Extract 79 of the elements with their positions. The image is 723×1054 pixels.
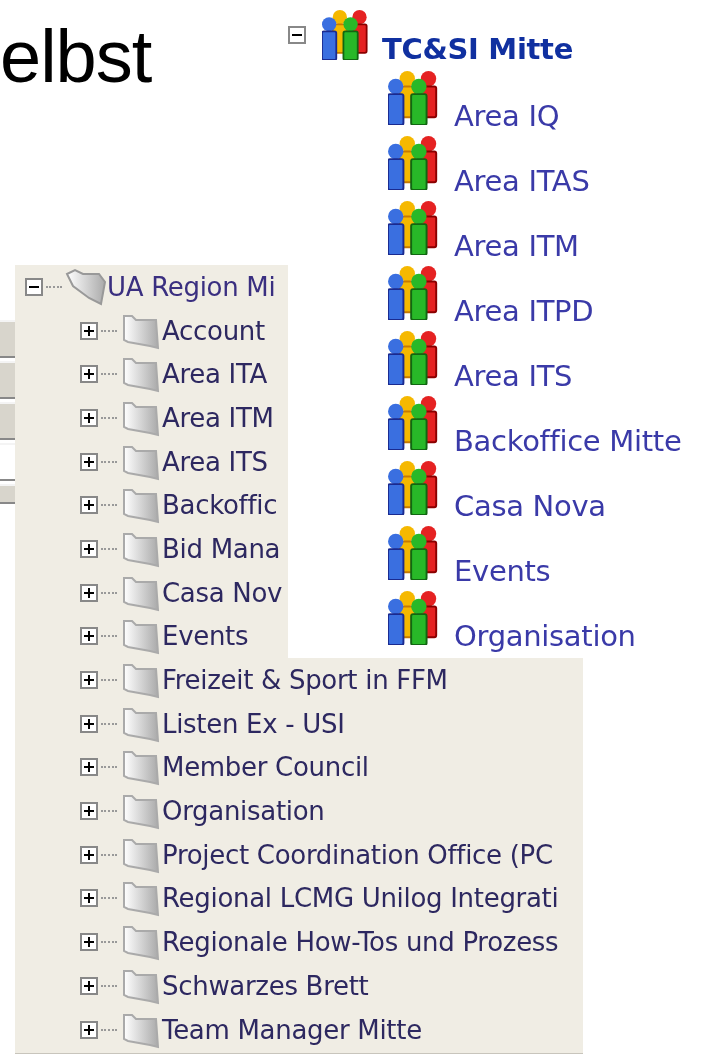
expand-button[interactable] xyxy=(80,408,98,427)
tree-item[interactable]: UA Region Mi xyxy=(107,271,276,302)
plus-icon xyxy=(83,761,95,774)
tree-item[interactable]: Area ITA xyxy=(162,359,267,390)
folder-icon xyxy=(120,748,162,787)
expand-button[interactable] xyxy=(80,758,98,777)
folder-icon xyxy=(65,267,107,306)
plus-icon xyxy=(83,674,95,687)
expand-button[interactable] xyxy=(80,889,98,908)
folder-icon xyxy=(120,486,162,525)
plus-icon xyxy=(83,324,95,337)
folder-icon xyxy=(120,792,162,831)
folder-icon xyxy=(120,661,162,700)
tree-item[interactable]: Account xyxy=(162,315,265,346)
plus-icon xyxy=(83,979,95,992)
expand-button[interactable] xyxy=(80,496,98,515)
heading: elbst xyxy=(0,20,152,94)
tree-item[interactable]: Organisation xyxy=(162,796,325,827)
tree-item[interactable]: Regional LCMG Unilog Integrati xyxy=(162,883,559,914)
tree-item[interactable]: Bid Mana xyxy=(162,533,281,564)
tree-item[interactable]: Backoffice Mitte xyxy=(454,424,682,458)
plus-icon xyxy=(83,892,95,905)
plus-icon xyxy=(83,586,95,599)
expand-button[interactable] xyxy=(80,802,98,821)
folder-icon xyxy=(120,617,162,656)
tree-item[interactable]: Casa Nov xyxy=(162,577,283,608)
tree-item[interactable]: Project Coordination Office (PC xyxy=(162,839,553,870)
tree-item[interactable]: Backoffic xyxy=(162,490,278,521)
tree-item[interactable]: Organisation xyxy=(454,619,636,653)
tree-item[interactable]: Regionale How-Tos und Prozess xyxy=(162,927,559,958)
plus-icon xyxy=(83,368,95,381)
tree-item[interactable]: Area ITPD xyxy=(454,294,594,328)
expand-button[interactable] xyxy=(80,976,98,995)
plus-icon xyxy=(83,542,95,555)
tree-item[interactable]: Area ITM xyxy=(454,229,579,263)
button-edge xyxy=(0,484,15,504)
button-edge xyxy=(0,402,15,440)
expand-button[interactable] xyxy=(80,583,98,602)
expand-button[interactable] xyxy=(80,365,98,384)
tree-item[interactable]: Member Council xyxy=(162,752,369,783)
expand-button[interactable] xyxy=(80,845,98,864)
tree-item[interactable]: Schwarzes Brett xyxy=(162,970,369,1001)
plus-icon xyxy=(83,1023,95,1036)
plus-icon xyxy=(83,455,95,468)
plus-icon xyxy=(83,936,95,949)
expand-button[interactable] xyxy=(80,452,98,471)
tree-item[interactable]: Events xyxy=(162,621,249,652)
expand-button[interactable] xyxy=(80,321,98,340)
tree-item[interactable]: Freizeit & Sport in FFM xyxy=(162,665,448,696)
folder-icon xyxy=(120,923,162,962)
expand-button[interactable] xyxy=(80,539,98,558)
plus-icon xyxy=(83,411,95,424)
tree-item[interactable]: Listen Ex - USI xyxy=(162,708,345,739)
tree-item[interactable]: Area ITAS xyxy=(454,164,590,198)
button-edge xyxy=(0,361,15,399)
expand-button[interactable] xyxy=(80,671,98,690)
expand-button[interactable] xyxy=(80,1020,98,1039)
tree-item[interactable]: Casa Nova xyxy=(454,489,606,523)
field-edge xyxy=(0,443,15,481)
tree-item[interactable]: Area ITS xyxy=(454,359,573,393)
button-edge xyxy=(0,320,15,358)
plus-icon xyxy=(83,848,95,861)
plus-icon xyxy=(83,499,95,512)
tree-item[interactable]: Events xyxy=(454,554,551,588)
collapse-button[interactable] xyxy=(25,277,43,296)
expand-button[interactable] xyxy=(80,627,98,646)
expand-button[interactable] xyxy=(80,714,98,733)
collapse-button[interactable] xyxy=(288,26,306,44)
plus-icon xyxy=(83,805,95,818)
tree-item[interactable]: Area ITS xyxy=(162,446,268,477)
tree-item[interactable]: TC&SI Mitte xyxy=(382,32,574,66)
expand-button[interactable] xyxy=(80,933,98,952)
tree-item[interactable]: Area ITM xyxy=(162,402,274,433)
tree-item[interactable]: Team Manager Mitte xyxy=(162,1014,422,1045)
tree-item[interactable]: Area IQ xyxy=(454,99,560,133)
plus-icon xyxy=(83,717,95,730)
folder-icon xyxy=(120,879,162,918)
folder-icon xyxy=(120,355,162,394)
plus-icon xyxy=(83,630,95,643)
